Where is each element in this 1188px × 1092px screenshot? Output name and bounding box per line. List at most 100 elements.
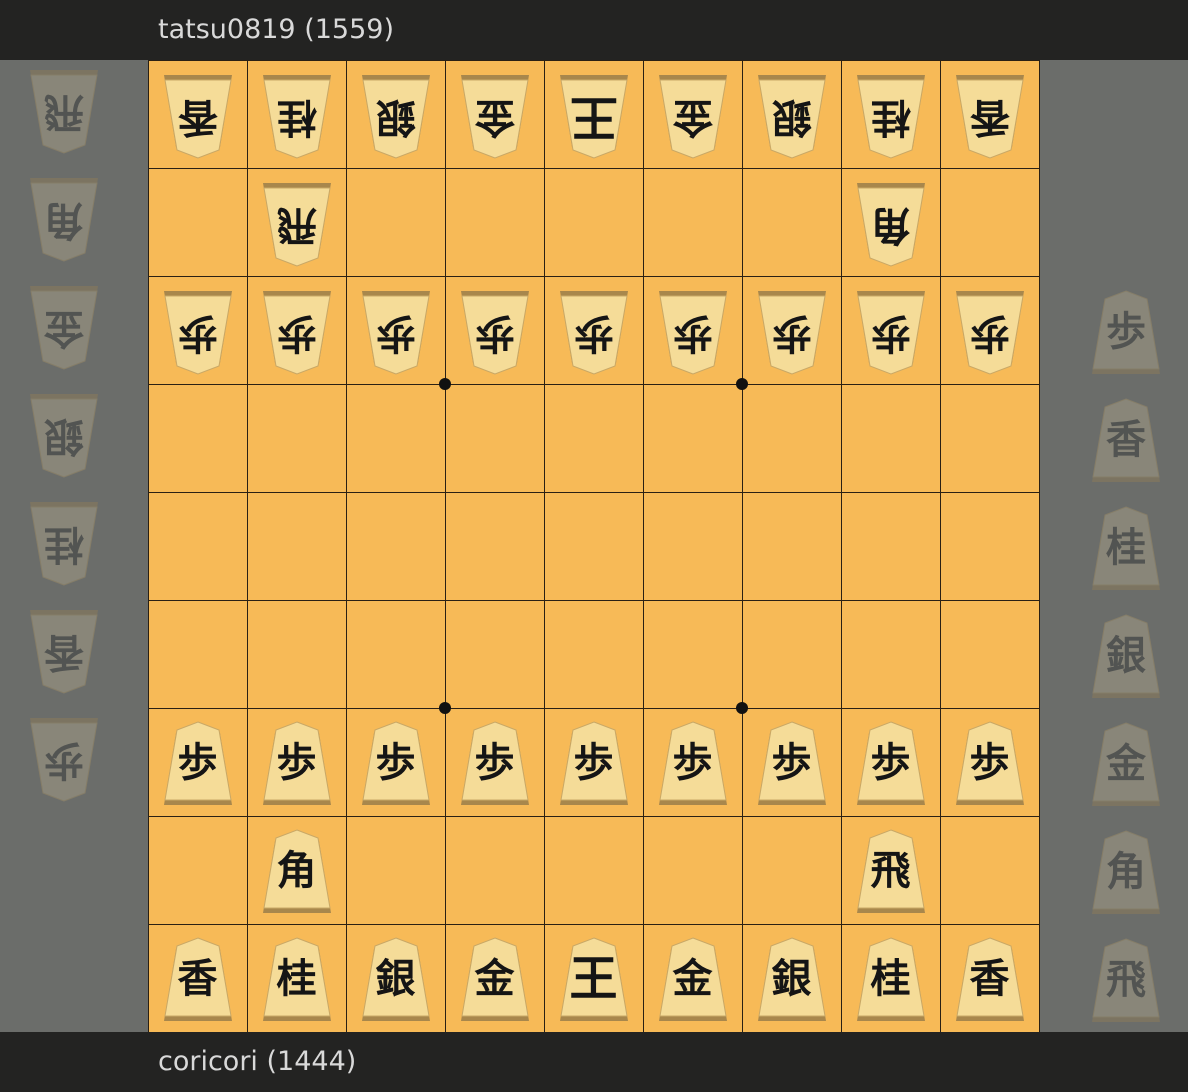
board-square[interactable] xyxy=(544,168,644,277)
piece-label: 桂 xyxy=(276,94,317,141)
gote-hand-silver[interactable]: 銀 xyxy=(28,392,100,478)
gote-pawn-piece[interactable]: 歩 xyxy=(954,289,1026,375)
board-square[interactable] xyxy=(247,384,347,493)
board-square[interactable] xyxy=(544,600,644,709)
board-square[interactable] xyxy=(940,492,1040,601)
sente-gold-piece[interactable]: 金 xyxy=(459,937,531,1023)
sente-hand-knight[interactable]: 桂 xyxy=(1090,506,1162,592)
gote-pawn-piece[interactable]: 歩 xyxy=(558,289,630,375)
sente-rook-piece[interactable]: 飛 xyxy=(855,829,927,915)
board-square[interactable] xyxy=(643,816,743,925)
gote-knight-piece[interactable]: 桂 xyxy=(261,73,333,159)
gote-lance-piece[interactable]: 香 xyxy=(954,73,1026,159)
board-square[interactable] xyxy=(742,384,842,493)
board-square[interactable] xyxy=(643,168,743,277)
board-square[interactable] xyxy=(346,600,446,709)
gote-lance-piece[interactable]: 香 xyxy=(162,73,234,159)
sente-pawn-piece[interactable]: 歩 xyxy=(657,721,729,807)
board-square[interactable] xyxy=(544,492,644,601)
gote-pawn-piece[interactable]: 歩 xyxy=(360,289,432,375)
board-square[interactable] xyxy=(346,816,446,925)
gote-king-piece[interactable]: 王 xyxy=(558,73,630,159)
board-square[interactable] xyxy=(940,816,1040,925)
piece-label: 飛 xyxy=(870,847,911,894)
sente-pawn-piece[interactable]: 歩 xyxy=(360,721,432,807)
piece-label: 銀 xyxy=(771,94,812,141)
board-square[interactable] xyxy=(643,600,743,709)
sente-hand-pawn[interactable]: 歩 xyxy=(1090,290,1162,376)
board-square[interactable] xyxy=(940,168,1040,277)
sente-knight-piece[interactable]: 桂 xyxy=(855,937,927,1023)
board-square[interactable] xyxy=(742,816,842,925)
board-square[interactable] xyxy=(544,816,644,925)
board-square[interactable] xyxy=(445,600,545,709)
gote-hand-lance[interactable]: 香 xyxy=(28,608,100,694)
sente-pawn-piece[interactable]: 歩 xyxy=(261,721,333,807)
gote-hand-gold[interactable]: 金 xyxy=(28,284,100,370)
gote-hand-knight[interactable]: 桂 xyxy=(28,500,100,586)
sente-hand-bishop[interactable]: 角 xyxy=(1090,830,1162,916)
gote-knight-piece[interactable]: 桂 xyxy=(855,73,927,159)
gote-hand-pawn[interactable]: 歩 xyxy=(28,716,100,802)
board-square[interactable] xyxy=(148,492,248,601)
board-square[interactable] xyxy=(346,168,446,277)
board-square[interactable] xyxy=(445,168,545,277)
board-square[interactable] xyxy=(148,168,248,277)
board-square[interactable] xyxy=(445,816,545,925)
board-square[interactable] xyxy=(643,384,743,493)
board-square[interactable] xyxy=(445,492,545,601)
sente-hand-gold[interactable]: 金 xyxy=(1090,722,1162,808)
piece-label: 桂 xyxy=(870,94,911,141)
board-square[interactable] xyxy=(841,384,941,493)
sente-pawn-piece[interactable]: 歩 xyxy=(558,721,630,807)
sente-lance-piece[interactable]: 香 xyxy=(162,937,234,1023)
gote-pawn-piece[interactable]: 歩 xyxy=(855,289,927,375)
shogi-board[interactable]: 香桂銀金王金銀桂香飛角歩歩歩歩歩歩歩歩歩歩歩歩歩歩歩歩歩歩角飛香桂銀金王金銀桂香 xyxy=(148,60,1040,1033)
gote-pawn-piece[interactable]: 歩 xyxy=(459,289,531,375)
board-square[interactable] xyxy=(643,492,743,601)
sente-pawn-piece[interactable]: 歩 xyxy=(756,721,828,807)
sente-gold-piece[interactable]: 金 xyxy=(657,937,729,1023)
sente-hand-rook[interactable]: 飛 xyxy=(1090,938,1162,1024)
board-square[interactable] xyxy=(148,600,248,709)
board-square[interactable] xyxy=(742,600,842,709)
gote-pawn-piece[interactable]: 歩 xyxy=(261,289,333,375)
gote-rook-piece[interactable]: 飛 xyxy=(261,181,333,267)
gote-silver-piece[interactable]: 銀 xyxy=(360,73,432,159)
gote-gold-piece[interactable]: 金 xyxy=(459,73,531,159)
board-square[interactable] xyxy=(940,384,1040,493)
sente-pawn-piece[interactable]: 歩 xyxy=(855,721,927,807)
sente-silver-piece[interactable]: 銀 xyxy=(360,937,432,1023)
board-square[interactable] xyxy=(247,492,347,601)
board-square[interactable] xyxy=(346,384,446,493)
sente-lance-piece[interactable]: 香 xyxy=(954,937,1026,1023)
gote-hand-bishop[interactable]: 角 xyxy=(28,176,100,262)
sente-pawn-piece[interactable]: 歩 xyxy=(954,721,1026,807)
board-square[interactable] xyxy=(841,492,941,601)
board-square[interactable] xyxy=(247,600,347,709)
gote-pawn-piece[interactable]: 歩 xyxy=(162,289,234,375)
board-square[interactable] xyxy=(841,600,941,709)
sente-silver-piece[interactable]: 銀 xyxy=(756,937,828,1023)
board-square[interactable] xyxy=(544,384,644,493)
gote-gold-piece[interactable]: 金 xyxy=(657,73,729,159)
board-square[interactable] xyxy=(742,168,842,277)
sente-hand-lance[interactable]: 香 xyxy=(1090,398,1162,484)
board-square[interactable] xyxy=(148,384,248,493)
gote-pawn-piece[interactable]: 歩 xyxy=(756,289,828,375)
board-square[interactable] xyxy=(445,384,545,493)
sente-hand-silver[interactable]: 銀 xyxy=(1090,614,1162,700)
sente-knight-piece[interactable]: 桂 xyxy=(261,937,333,1023)
board-square[interactable] xyxy=(148,816,248,925)
sente-pawn-piece[interactable]: 歩 xyxy=(459,721,531,807)
board-square[interactable] xyxy=(742,492,842,601)
gote-bishop-piece[interactable]: 角 xyxy=(855,181,927,267)
board-square[interactable] xyxy=(346,492,446,601)
sente-king-piece[interactable]: 王 xyxy=(558,937,630,1023)
sente-bishop-piece[interactable]: 角 xyxy=(261,829,333,915)
gote-hand-rook[interactable]: 飛 xyxy=(28,68,100,154)
board-square[interactable] xyxy=(940,600,1040,709)
sente-pawn-piece[interactable]: 歩 xyxy=(162,721,234,807)
gote-silver-piece[interactable]: 銀 xyxy=(756,73,828,159)
gote-pawn-piece[interactable]: 歩 xyxy=(657,289,729,375)
